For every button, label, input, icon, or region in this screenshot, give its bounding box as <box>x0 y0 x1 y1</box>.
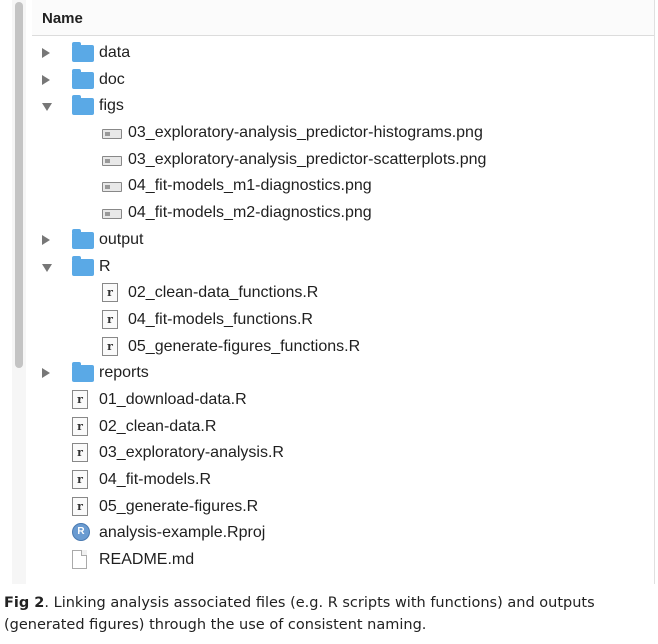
folder-row[interactable]: reports <box>32 360 654 387</box>
file-row[interactable]: 04_fit-models_m1-diagnostics.png <box>32 173 654 200</box>
file-row[interactable]: r 02_clean-data_functions.R <box>32 280 654 307</box>
file-row[interactable]: r 04_fit-models.R <box>32 467 654 494</box>
item-label: 02_clean-data_functions.R <box>128 284 319 302</box>
item-label: 01_download-data.R <box>99 390 247 408</box>
folder-icon <box>72 255 94 276</box>
scroll-thumb[interactable] <box>15 2 23 368</box>
r-script-icon: r <box>72 470 88 489</box>
item-label: 03_exploratory-analysis.R <box>99 444 284 462</box>
folder-row[interactable]: doc <box>32 67 654 94</box>
item-label: README.md <box>99 551 195 569</box>
r-script-icon: r <box>72 443 88 463</box>
item-label: 03_exploratory-analysis_predictor-histog… <box>128 124 483 142</box>
file-row[interactable]: r 04_fit-models_functions.R <box>32 307 654 334</box>
folder-icon <box>72 95 94 116</box>
folder-row[interactable]: R <box>32 254 654 281</box>
folder-row[interactable]: figs <box>32 93 654 120</box>
r-script-icon: r <box>102 336 118 356</box>
r-script-icon: r <box>72 389 88 409</box>
file-row[interactable]: r 05_generate-figures.R <box>32 494 654 521</box>
item-label: analysis-example.Rproj <box>99 524 266 542</box>
r-script-icon: r <box>102 309 118 329</box>
file-row[interactable]: Ranalysis-example.Rproj <box>32 520 654 547</box>
item-label: output <box>99 230 144 248</box>
file-list: data doc figs 03_exploratory-analysis_predi… <box>32 40 654 574</box>
folder-icon <box>72 42 94 62</box>
file-row[interactable]: r 02_clean-data.R <box>32 414 654 441</box>
caption-text: . Linking analysis associated files (e.g… <box>4 595 595 633</box>
figure-caption: Fig 2. Linking analysis associated files… <box>4 592 654 636</box>
item-label: 04_fit-models_m1-diagnostics.png <box>128 177 372 195</box>
item-label: 03_exploratory-analysis_predictor-scatte… <box>128 150 487 168</box>
disclosure-collapsed-icon[interactable] <box>42 234 50 245</box>
r-script-icon: r <box>72 496 88 516</box>
vertical-scrollbar[interactable] <box>12 0 26 584</box>
item-label: reports <box>99 364 149 382</box>
file-row[interactable]: 03_exploratory-analysis_predictor-scatte… <box>32 147 654 174</box>
item-label: 04_fit-models_m2-diagnostics.png <box>128 204 372 222</box>
file-row[interactable]: r 05_generate-figures_functions.R <box>32 334 654 361</box>
file-row[interactable]: 04_fit-models_m2-diagnostics.png <box>32 200 654 227</box>
file-row[interactable]: 03_exploratory-analysis_predictor-histog… <box>32 120 654 147</box>
caption-label: Fig 2 <box>4 595 45 611</box>
image-file-icon <box>102 129 122 140</box>
item-label: R <box>99 257 111 275</box>
item-label: figs <box>99 97 124 115</box>
document-icon <box>72 550 87 570</box>
r-script-icon: r <box>102 283 118 303</box>
folder-icon <box>72 68 94 89</box>
folder-row[interactable]: data <box>32 40 654 67</box>
disclosure-collapsed-icon[interactable] <box>42 74 50 85</box>
image-file-icon <box>102 155 122 166</box>
item-label: 04_fit-models.R <box>99 471 212 488</box>
file-row[interactable]: r 03_exploratory-analysis.R <box>32 440 654 467</box>
item-label: data <box>99 44 131 61</box>
image-file-icon <box>102 182 122 193</box>
file-row[interactable]: README.md <box>32 547 654 574</box>
r-script-icon: r <box>72 416 88 436</box>
folder-icon <box>72 362 94 383</box>
disclosure-expanded-icon[interactable] <box>42 263 52 272</box>
file-row[interactable]: r 01_download-data.R <box>32 387 654 414</box>
image-file-icon <box>102 209 122 220</box>
item-label: 02_clean-data.R <box>99 417 217 435</box>
rproj-icon: R <box>72 523 90 542</box>
item-label: doc <box>99 70 125 88</box>
item-label: 05_generate-figures.R <box>99 497 259 515</box>
name-column-header[interactable]: Name <box>32 0 654 36</box>
disclosure-expanded-icon[interactable] <box>42 103 52 112</box>
item-label: 05_generate-figures_functions.R <box>128 337 361 355</box>
folder-row[interactable]: output <box>32 227 654 254</box>
disclosure-collapsed-icon[interactable] <box>42 368 50 379</box>
item-label: 04_fit-models_functions.R <box>128 310 313 328</box>
finder-window: Name data doc figs 03_exploratory-analysis_… <box>4 0 655 584</box>
folder-icon <box>72 228 94 249</box>
disclosure-collapsed-icon[interactable] <box>42 48 50 58</box>
